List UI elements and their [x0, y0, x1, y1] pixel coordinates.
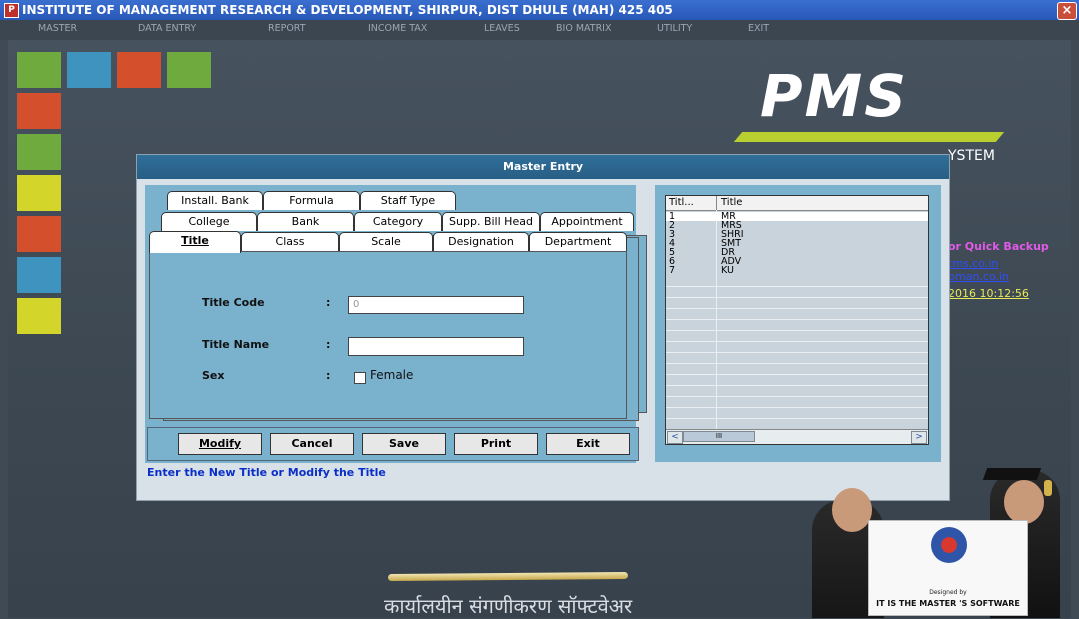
company-name: IT IS THE MASTER 'S SOFTWARE — [876, 599, 1020, 608]
female-checkbox[interactable] — [354, 372, 366, 384]
tab-supp-bill-head[interactable]: Supp. Bill Head — [442, 212, 540, 231]
window-titlebar: P INSTITUTE OF MANAGEMENT RESEARCH & DEV… — [0, 0, 1079, 20]
tab-college[interactable]: College — [161, 212, 257, 231]
pms-logo: PMS — [760, 62, 908, 130]
launcher-tile[interactable] — [167, 52, 211, 88]
sex-label: Sex — [202, 369, 225, 382]
graduate-face — [832, 488, 872, 532]
launcher-tile[interactable] — [17, 175, 61, 211]
save-button[interactable]: Save — [362, 433, 446, 455]
company-logo-icon — [931, 527, 967, 563]
status-message: Enter the New Title or Modify the Title — [147, 466, 386, 479]
menu-report[interactable]: REPORT — [268, 23, 306, 34]
table-row[interactable]: 6 ADV — [666, 257, 928, 267]
tab-panel: Install. Bank Formula Staff Type College… — [145, 185, 647, 463]
dialog-title: Master Entry — [137, 155, 949, 179]
female-label: Female — [370, 368, 414, 382]
grid-header: Titl... Title — [666, 196, 928, 211]
menu-bar: MASTER DATA ENTRY REPORT INCOME TAX LEAV… — [0, 20, 1079, 40]
title-name-input[interactable] — [348, 337, 524, 356]
button-bar: Modify Cancel Save Print Exit — [147, 427, 639, 461]
horizontal-scrollbar[interactable]: < III > — [666, 429, 928, 444]
menu-data-entry[interactable]: DATA ENTRY — [138, 23, 196, 34]
print-button[interactable]: Print — [454, 433, 538, 455]
modify-button[interactable]: Modify — [178, 433, 262, 455]
table-row[interactable]: 4 SMT — [666, 239, 928, 249]
logo-underline — [733, 132, 1005, 142]
tab-appointment[interactable]: Appointment — [540, 212, 634, 231]
cap-tassel — [1044, 480, 1052, 496]
table-row[interactable]: 3 SHRI — [666, 230, 928, 240]
launcher-tile[interactable] — [67, 52, 111, 88]
launcher-tile[interactable] — [17, 52, 61, 88]
scroll-left-icon[interactable]: < — [667, 431, 683, 444]
graduation-cap-icon — [982, 468, 1042, 480]
tab-department[interactable]: Department — [529, 232, 627, 251]
tab-staff-type[interactable]: Staff Type — [360, 191, 456, 210]
launcher-tile[interactable] — [17, 216, 61, 252]
tab-designation[interactable]: Designation — [433, 232, 529, 251]
colon: : — [326, 338, 331, 351]
designed-by-board: Designed by IT IS THE MASTER 'S SOFTWARE — [868, 520, 1028, 616]
close-button[interactable]: × — [1057, 2, 1077, 20]
tab-category[interactable]: Category — [354, 212, 442, 231]
cancel-button[interactable]: Cancel — [270, 433, 354, 455]
tab-class[interactable]: Class — [241, 232, 339, 251]
title-tab-page: Title Code : 0 Title Name : Sex : Female — [149, 251, 627, 419]
master-entry-dialog: Master Entry Install. Bank Formula Staff… — [136, 154, 950, 501]
email-link[interactable]: bman.co.in — [948, 270, 1009, 283]
table-row[interactable]: 7 KU — [666, 266, 928, 276]
colon: : — [326, 296, 331, 309]
scroll-thumb[interactable]: III — [683, 431, 755, 442]
title-code-label: Title Code — [202, 296, 265, 309]
colon: : — [326, 369, 331, 382]
menu-utility[interactable]: UTILITY — [657, 23, 692, 34]
table-row[interactable]: 2 MRS — [666, 221, 928, 231]
launcher-tile[interactable] — [17, 298, 61, 334]
launcher-tile[interactable] — [17, 257, 61, 293]
menu-bio-matrix[interactable]: BIO MATRIX — [556, 23, 612, 34]
designed-by-label: Designed by — [929, 589, 967, 596]
graduate-face — [1004, 480, 1044, 524]
grid-panel: Titl... Title 1 MR 2 MRS 3 SHRI 4 SMT 5 DR 6A… — [655, 185, 941, 462]
title-name-label: Title Name — [202, 338, 270, 351]
launcher-tile[interactable] — [17, 134, 61, 170]
menu-master[interactable]: MASTER — [38, 23, 77, 34]
logo-subtitle: YSTEM — [948, 148, 995, 164]
hindi-tagline: कार्यालयीन संगणीकरण सॉफ्टवेअर — [384, 594, 633, 618]
menu-leaves[interactable]: LEAVES — [484, 23, 520, 34]
window-title: INSTITUTE OF MANAGEMENT RESEARCH & DEVEL… — [22, 3, 673, 17]
launcher-tile[interactable] — [17, 93, 61, 129]
tab-title[interactable]: Title — [149, 231, 241, 253]
table-row[interactable]: 5 DR — [666, 248, 928, 258]
menu-income-tax[interactable]: INCOME TAX — [368, 23, 427, 34]
website-link[interactable]: tms.co.in — [948, 257, 998, 270]
column-header-code[interactable]: Titl... — [669, 196, 694, 210]
tab-bank[interactable]: Bank — [257, 212, 354, 231]
column-header-title[interactable]: Title — [721, 196, 742, 210]
app-icon: P — [4, 3, 19, 18]
scroll-right-icon[interactable]: > — [911, 431, 927, 444]
title-code-input[interactable]: 0 — [348, 296, 524, 314]
title-grid[interactable]: Titl... Title 1 MR 2 MRS 3 SHRI 4 SMT 5 DR 6A… — [665, 195, 929, 445]
quick-backup-link[interactable]: or Quick Backup — [948, 240, 1049, 253]
launcher-tile[interactable] — [117, 52, 161, 88]
table-row[interactable]: 1 MR — [666, 212, 928, 221]
menu-exit[interactable]: EXIT — [748, 23, 769, 34]
tab-install-bank[interactable]: Install. Bank — [167, 191, 263, 210]
tab-scale[interactable]: Scale — [339, 232, 433, 251]
tab-formula[interactable]: Formula — [263, 191, 360, 210]
datetime-display: 2016 10:12:56 — [948, 287, 1029, 300]
exit-button[interactable]: Exit — [546, 433, 630, 455]
